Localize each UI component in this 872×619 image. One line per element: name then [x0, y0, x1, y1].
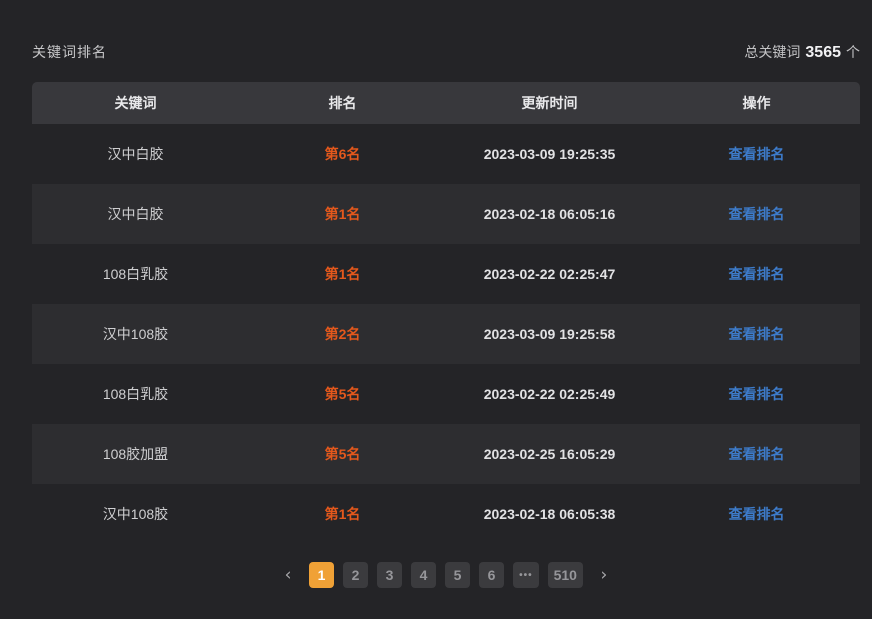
- keyword-table: 关键词 排名 更新时间 操作 汉中白胶 第6名 2023-03-09 19:25…: [32, 82, 860, 544]
- view-ranking-link[interactable]: 查看排名: [729, 446, 785, 462]
- total-keywords: 总关键词 3565 个: [744, 42, 860, 62]
- action-cell: 查看排名: [653, 324, 860, 344]
- table-header-row: 关键词 排名 更新时间 操作: [32, 82, 860, 124]
- pagination-page-510[interactable]: 510: [548, 562, 583, 588]
- table-row: 汉中白胶 第1名 2023-02-18 06:05:16 查看排名: [32, 184, 860, 244]
- action-cell: 查看排名: [653, 264, 860, 284]
- table-row: 108胶加盟 第5名 2023-02-25 16:05:29 查看排名: [32, 424, 860, 484]
- action-cell: 查看排名: [653, 144, 860, 164]
- keyword-ranking-panel: 关键词排名 总关键词 3565 个 关键词 排名 更新时间 操作 汉中白胶 第6…: [0, 0, 872, 588]
- updated-cell: 2023-02-22 02:25:47: [446, 266, 653, 282]
- table-row: 汉中108胶 第1名 2023-02-18 06:05:38 查看排名: [32, 484, 860, 544]
- keyword-cell: 108白乳胶: [32, 264, 239, 284]
- table-row: 108白乳胶 第5名 2023-02-22 02:25:49 查看排名: [32, 364, 860, 424]
- total-keywords-unit: 个: [846, 42, 860, 62]
- table-row: 汉中108胶 第2名 2023-03-09 19:25:58 查看排名: [32, 304, 860, 364]
- total-keywords-label: 总关键词: [744, 42, 800, 62]
- rank-cell: 第6名: [239, 144, 446, 164]
- view-ranking-link[interactable]: 查看排名: [729, 506, 785, 522]
- keyword-cell: 108胶加盟: [32, 444, 239, 464]
- view-ranking-link[interactable]: 查看排名: [729, 326, 785, 342]
- column-header-action: 操作: [653, 93, 860, 113]
- updated-cell: 2023-02-25 16:05:29: [446, 446, 653, 462]
- keyword-cell: 汉中108胶: [32, 324, 239, 344]
- rank-cell: 第2名: [239, 324, 446, 344]
- action-cell: 查看排名: [653, 204, 860, 224]
- rank-cell: 第5名: [239, 444, 446, 464]
- action-cell: 查看排名: [653, 504, 860, 524]
- pagination-pages: 123456 ••• 510: [309, 562, 583, 588]
- updated-cell: 2023-02-18 06:05:16: [446, 206, 653, 222]
- rank-cell: 第1名: [239, 204, 446, 224]
- pagination-page-1[interactable]: 1: [309, 562, 334, 588]
- view-ranking-link[interactable]: 查看排名: [729, 386, 785, 402]
- pagination-page-6[interactable]: 6: [479, 562, 504, 588]
- keyword-cell: 汉中白胶: [32, 144, 239, 164]
- table-row: 汉中白胶 第6名 2023-03-09 19:25:35 查看排名: [32, 124, 860, 184]
- page-title: 关键词排名: [32, 42, 107, 62]
- column-header-updated: 更新时间: [446, 93, 653, 113]
- action-cell: 查看排名: [653, 444, 860, 464]
- pagination-page-4[interactable]: 4: [411, 562, 436, 588]
- rank-cell: 第1名: [239, 504, 446, 524]
- total-keywords-count: 3565: [805, 44, 841, 62]
- updated-cell: 2023-03-09 19:25:58: [446, 326, 653, 342]
- table-row: 108白乳胶 第1名 2023-02-22 02:25:47 查看排名: [32, 244, 860, 304]
- rank-cell: 第5名: [239, 384, 446, 404]
- keyword-cell: 108白乳胶: [32, 384, 239, 404]
- view-ranking-link[interactable]: 查看排名: [729, 146, 785, 162]
- pagination-prev-icon[interactable]: ‹: [276, 562, 300, 588]
- keyword-cell: 汉中白胶: [32, 204, 239, 224]
- view-ranking-link[interactable]: 查看排名: [729, 266, 785, 282]
- pagination-page-5[interactable]: 5: [445, 562, 470, 588]
- rank-cell: 第1名: [239, 264, 446, 284]
- view-ranking-link[interactable]: 查看排名: [729, 206, 785, 222]
- updated-cell: 2023-02-22 02:25:49: [446, 386, 653, 402]
- pagination: ‹ 123456 ••• 510 ›: [32, 562, 860, 588]
- panel-header: 关键词排名 总关键词 3565 个: [32, 38, 860, 62]
- column-header-keyword: 关键词: [32, 93, 239, 113]
- keyword-cell: 汉中108胶: [32, 504, 239, 524]
- column-header-rank: 排名: [239, 93, 446, 113]
- updated-cell: 2023-02-18 06:05:38: [446, 506, 653, 522]
- pagination-next-icon[interactable]: ›: [592, 562, 616, 588]
- table-body: 汉中白胶 第6名 2023-03-09 19:25:35 查看排名 汉中白胶 第…: [32, 124, 860, 544]
- pagination-page-3[interactable]: 3: [377, 562, 402, 588]
- action-cell: 查看排名: [653, 384, 860, 404]
- pagination-ellipsis[interactable]: •••: [513, 562, 539, 588]
- pagination-page-2[interactable]: 2: [343, 562, 368, 588]
- updated-cell: 2023-03-09 19:25:35: [446, 146, 653, 162]
